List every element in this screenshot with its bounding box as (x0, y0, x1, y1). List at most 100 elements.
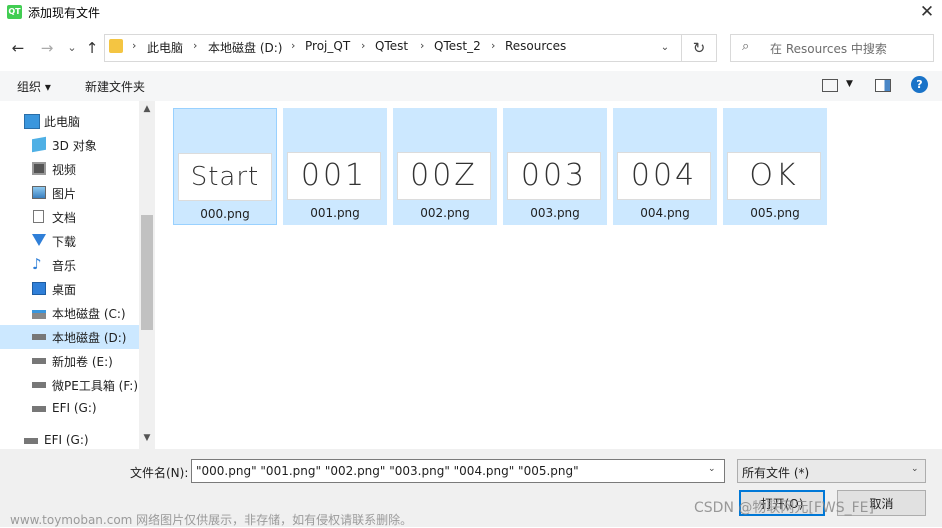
file-name: 002.png (420, 206, 470, 220)
sidebar-item-drive-d[interactable]: 本地磁盘 (D:) (0, 325, 139, 349)
title-bar (0, 0, 942, 26)
file-name: 001.png (310, 206, 360, 220)
drive-icon (32, 358, 46, 364)
file-item-005[interactable]: OK 005.png (723, 108, 827, 225)
sidebar-item-drive-f[interactable]: 微PE工具箱 (F:) (0, 373, 139, 397)
back-button[interactable]: ← (8, 38, 28, 58)
file-item-003[interactable]: 003 003.png (503, 108, 607, 225)
file-name: 005.png (750, 206, 800, 220)
desktop-icon (32, 282, 46, 295)
breadcrumb-separator[interactable]: › (361, 39, 365, 52)
watermark-left: www.toymoban.com 网络图片仅供展示，非存储，如有侵权请联系删除。 (10, 513, 413, 527)
filename-value[interactable]: "000.png" "001.png" "002.png" "003.png" … (196, 464, 579, 478)
sidebar-item-videos[interactable]: 视频 (0, 157, 139, 181)
qt-app-icon: QT (7, 5, 22, 19)
thumbnail-text: Start (190, 162, 260, 192)
thumbnail-text: 003 (520, 158, 588, 193)
sidebar-item-label: 本地磁盘 (D:) (52, 331, 127, 345)
sidebar-item-music[interactable]: ♪ 音乐 (0, 253, 139, 277)
thumbnail-text: 004 (630, 158, 698, 193)
breadcrumb-separator[interactable]: › (193, 39, 197, 52)
sidebar-item-label: 音乐 (52, 259, 77, 273)
drive-icon (24, 438, 38, 444)
sidebar-item-label: 3D 对象 (52, 139, 97, 153)
drive-icon (32, 406, 46, 412)
scroll-up-icon[interactable]: ▲ (139, 104, 155, 114)
sidebar-item-label: 文档 (52, 211, 77, 225)
thumbnail-text: 00Z (410, 158, 478, 193)
breadcrumb-separator[interactable]: › (132, 39, 136, 52)
sidebar-item-this-pc[interactable]: 此电脑 (0, 109, 139, 133)
download-icon (32, 234, 46, 246)
recent-locations-button[interactable]: ⌄ (62, 38, 82, 58)
preview-pane-icon[interactable] (875, 79, 891, 92)
drive-icon (32, 310, 46, 319)
view-mode-icon[interactable] (822, 79, 838, 92)
breadcrumb-separator[interactable]: › (420, 39, 424, 52)
file-name: 004.png (640, 206, 690, 220)
sidebar-item-3d-objects[interactable]: 3D 对象 (0, 133, 139, 157)
filename-dropdown-icon[interactable]: ⌄ (708, 464, 716, 474)
computer-icon (24, 114, 40, 129)
cube-icon (32, 136, 46, 153)
file-item-004[interactable]: 004 004.png (613, 108, 717, 225)
file-name: 003.png (530, 206, 580, 220)
scroll-down-icon[interactable]: ▼ (139, 433, 155, 443)
up-button[interactable]: ↑ (82, 38, 102, 58)
sidebar-item-drive-e[interactable]: 新加卷 (E:) (0, 349, 139, 373)
sidebar-item-downloads[interactable]: 下载 (0, 229, 139, 253)
sidebar-item-label: 图片 (52, 187, 77, 201)
picture-icon (32, 186, 46, 199)
filetype-dropdown-icon[interactable]: ⌄ (911, 464, 919, 474)
file-name: 000.png (200, 207, 250, 221)
thumbnail-text: 001 (300, 158, 368, 193)
video-icon (32, 162, 46, 175)
breadcrumb-this-pc[interactable]: 此电脑 (147, 39, 183, 56)
sidebar-item-label: 此电脑 (44, 115, 81, 129)
drive-icon (32, 382, 46, 388)
sidebar-item-label: EFI (G:) (52, 401, 97, 415)
sidebar-item-label: 微PE工具箱 (F:) (52, 379, 139, 393)
file-thumbnail: Start (178, 153, 272, 201)
file-thumbnail: OK (727, 152, 821, 200)
search-icon: ⌕ (742, 39, 750, 54)
sidebar-item-desktop[interactable]: 桌面 (0, 277, 139, 301)
document-icon (33, 210, 44, 223)
file-item-002[interactable]: 00Z 002.png (393, 108, 497, 225)
sidebar-item-label: 本地磁盘 (C:) (52, 307, 126, 321)
refresh-button[interactable]: ↻ (682, 34, 717, 62)
forward-button[interactable]: → (37, 38, 57, 58)
breadcrumb-proj-qt[interactable]: Proj_QT (305, 39, 350, 53)
address-dropdown-icon[interactable]: ⌄ (654, 38, 676, 58)
sidebar-item-drive-g[interactable]: EFI (G:) (0, 397, 139, 421)
sidebar-item-label: 桌面 (52, 283, 77, 297)
file-item-001[interactable]: 001 001.png (283, 108, 387, 225)
sidebar-item-drive-c[interactable]: 本地磁盘 (C:) (0, 301, 139, 325)
file-thumbnail: 003 (507, 152, 601, 200)
sidebar-item-documents[interactable]: 文档 (0, 205, 139, 229)
sidebar-item-label: 新加卷 (E:) (52, 355, 113, 369)
music-icon: ♪ (32, 255, 42, 273)
organize-menu-button[interactable]: 组织 ▾ (17, 78, 51, 95)
filename-label: 文件名(N): (130, 466, 189, 480)
thumbnail-text: OK (749, 158, 799, 193)
breadcrumb-qtest[interactable]: QTest (375, 39, 408, 53)
close-button[interactable]: ✕ (912, 0, 942, 26)
file-thumbnail: 004 (617, 152, 711, 200)
breadcrumb-qtest-2[interactable]: QTest_2 (434, 39, 481, 53)
breadcrumb-separator[interactable]: › (491, 39, 495, 52)
watermark-right: CSDN @物联网元[FWS_FE] (694, 500, 874, 516)
sidebar-scrollbar-thumb[interactable] (141, 215, 153, 330)
help-icon[interactable]: ? (911, 76, 928, 93)
file-thumbnail: 00Z (397, 152, 491, 200)
view-dropdown-icon[interactable]: ▼ (846, 79, 853, 89)
breadcrumb-separator[interactable]: › (291, 39, 295, 52)
breadcrumb-resources[interactable]: Resources (505, 39, 566, 53)
file-item-000[interactable]: Start 000.png (173, 108, 277, 225)
sidebar-item-label: EFI (G:) (44, 433, 89, 447)
new-folder-button[interactable]: 新建文件夹 (85, 78, 145, 95)
sidebar-item-pictures[interactable]: 图片 (0, 181, 139, 205)
breadcrumb-drive-d[interactable]: 本地磁盘 (D:) (208, 39, 282, 56)
drive-icon (32, 334, 46, 340)
filetype-value[interactable]: 所有文件 (*) (742, 464, 809, 481)
